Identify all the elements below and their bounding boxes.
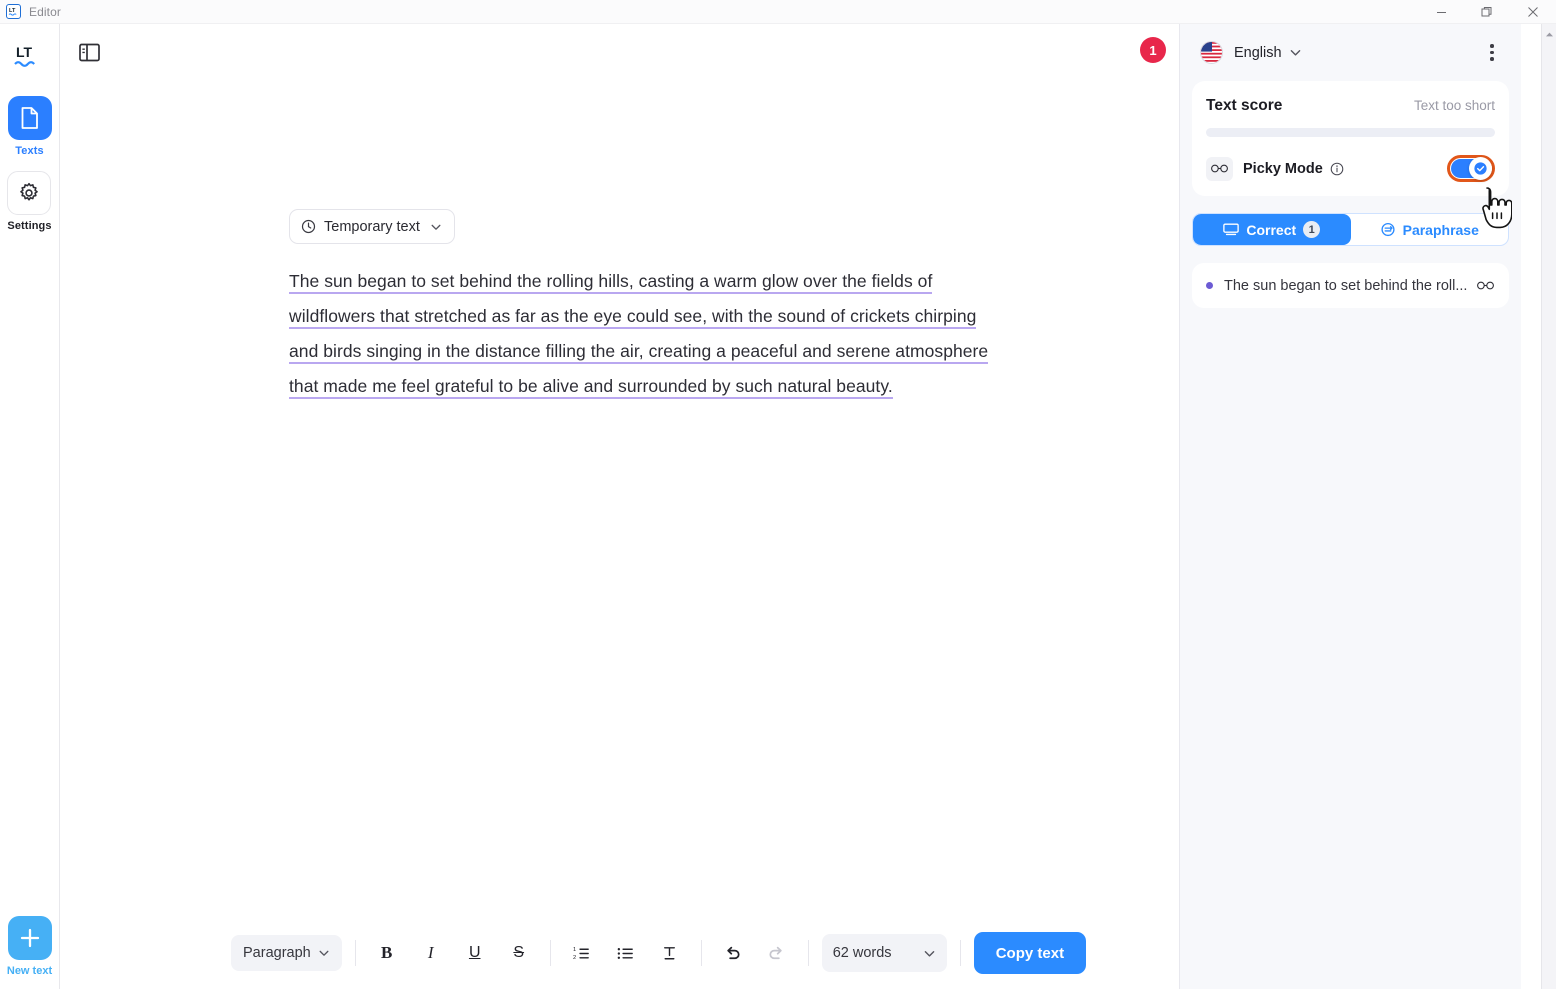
word-count-label: 62 words	[832, 945, 892, 961]
temporary-text-dropdown[interactable]: Temporary text	[289, 209, 455, 244]
picky-mode-toggle[interactable]	[1447, 155, 1495, 182]
panel-tabs: Correct 1 Paraphrase	[1192, 213, 1509, 246]
paraphrase-icon	[1380, 222, 1396, 237]
document-icon	[7, 96, 52, 140]
new-text-label: New text	[6, 965, 53, 977]
svg-text:1: 1	[573, 947, 576, 953]
window-controls	[1418, 0, 1556, 24]
chevron-down-icon	[923, 947, 936, 960]
chevron-down-icon	[318, 947, 330, 959]
text-score-status: Text too short	[1413, 98, 1495, 113]
sidebar-item-settings-label: Settings	[7, 220, 52, 232]
sidebar-item-texts[interactable]: Texts	[7, 96, 52, 157]
sidebar-item-settings[interactable]: Settings	[7, 171, 51, 232]
bullet-list-icon[interactable]	[608, 935, 644, 971]
temporary-text-label: Temporary text	[324, 218, 420, 235]
sidebar-toggle-icon[interactable]	[75, 38, 103, 66]
glasses-icon	[1476, 280, 1495, 291]
new-text-button[interactable]: New text	[7, 916, 52, 977]
lt-logo-icon: LT	[6, 4, 21, 19]
toolbar-divider	[700, 940, 702, 966]
plus-icon	[7, 916, 52, 960]
bold-button[interactable]: B	[369, 935, 405, 971]
right-panel: English Text score Text too short Picky …	[1179, 24, 1521, 989]
copy-text-label: Copy text	[995, 944, 1065, 962]
suggestion-dot	[1206, 282, 1213, 289]
chevron-down-icon[interactable]	[1289, 46, 1302, 59]
toolbar-divider	[959, 940, 961, 966]
tab-paraphrase-label: Paraphrase	[1402, 221, 1479, 238]
tab-correct-label: Correct	[1246, 221, 1297, 238]
correct-icon	[1223, 223, 1240, 236]
toggle-track	[1451, 157, 1492, 180]
text-score-title: Text score	[1206, 97, 1283, 114]
toolbar-divider	[807, 940, 809, 966]
language-label: English	[1234, 44, 1282, 61]
languagetool-logo-icon: LT	[11, 40, 49, 74]
italic-button[interactable]: I	[413, 935, 449, 971]
toggle-knob-check-icon	[1469, 157, 1492, 180]
paragraph-style-label: Paragraph	[243, 945, 311, 961]
tab-correct-count: 1	[1303, 221, 1321, 238]
window-titlebar: LT Editor	[0, 0, 1556, 24]
minimize-icon[interactable]	[1418, 0, 1464, 24]
text-score-progress-bar	[1206, 128, 1495, 137]
strikethrough-button[interactable]: S	[501, 935, 537, 971]
suggestion-card[interactable]: The sun began to set behind the roll...	[1192, 263, 1509, 308]
paragraph-style-dropdown[interactable]: Paragraph	[231, 935, 342, 971]
toolbar-divider	[549, 940, 551, 966]
app-window: LT Editor LT Texts Settings New text 1 T…	[0, 0, 1556, 989]
scroll-up-arrow-icon[interactable]	[1542, 28, 1556, 40]
left-sidebar: LT Texts Settings New text	[0, 24, 60, 989]
svg-text:LT: LT	[16, 44, 33, 60]
redo-icon[interactable]	[759, 935, 795, 971]
chevron-down-icon	[430, 221, 442, 233]
word-count-dropdown[interactable]: 62 words	[821, 934, 947, 972]
bold-label: B	[381, 943, 393, 962]
numbered-list-icon[interactable]: 1 2	[564, 935, 600, 971]
window-title: Editor	[29, 4, 61, 19]
clock-icon	[301, 219, 316, 234]
maximize-icon[interactable]	[1464, 0, 1510, 24]
undo-icon[interactable]	[715, 935, 751, 971]
kebab-menu-icon[interactable]	[1479, 40, 1505, 66]
suggestion-text: The sun began to set behind the roll...	[1224, 277, 1468, 294]
document-text: The sun began to set behind the rolling …	[289, 271, 989, 399]
document-text-body[interactable]: The sun began to set behind the rolling …	[289, 264, 989, 404]
editor-toolbar: Paragraph B I U S 1 2 62 words Copy text	[61, 917, 1179, 989]
picky-mode-label: Picky Mode	[1243, 160, 1323, 177]
editor-header: 1	[61, 24, 1179, 80]
strikethrough-label: S	[513, 944, 525, 961]
page-scrollbar[interactable]	[1541, 24, 1556, 989]
svg-text:LT: LT	[9, 8, 16, 14]
copy-text-button[interactable]: Copy text	[973, 932, 1087, 974]
close-icon[interactable]	[1510, 0, 1556, 24]
underline-label: U	[468, 944, 481, 961]
sidebar-item-texts-label: Texts	[15, 145, 44, 157]
text-score-card: Text score Text too short Picky Mode	[1192, 81, 1509, 196]
editor-area: 1 Temporary text The sun began to set be…	[61, 24, 1179, 989]
info-icon[interactable]	[1330, 162, 1344, 176]
clear-formatting-icon[interactable]	[652, 935, 688, 971]
right-panel-header: English	[1180, 24, 1521, 81]
tab-correct[interactable]: Correct 1	[1193, 214, 1351, 245]
italic-label: I	[427, 943, 434, 962]
toolbar-divider	[354, 940, 356, 966]
svg-text:2: 2	[573, 955, 576, 961]
glasses-icon	[1206, 156, 1233, 181]
tab-paraphrase[interactable]: Paraphrase	[1351, 214, 1509, 245]
notification-badge[interactable]: 1	[1140, 37, 1166, 63]
picky-mode-row: Picky Mode	[1206, 155, 1495, 182]
us-flag-icon	[1200, 41, 1223, 64]
gear-icon	[7, 171, 52, 215]
underline-button[interactable]: U	[457, 935, 493, 971]
